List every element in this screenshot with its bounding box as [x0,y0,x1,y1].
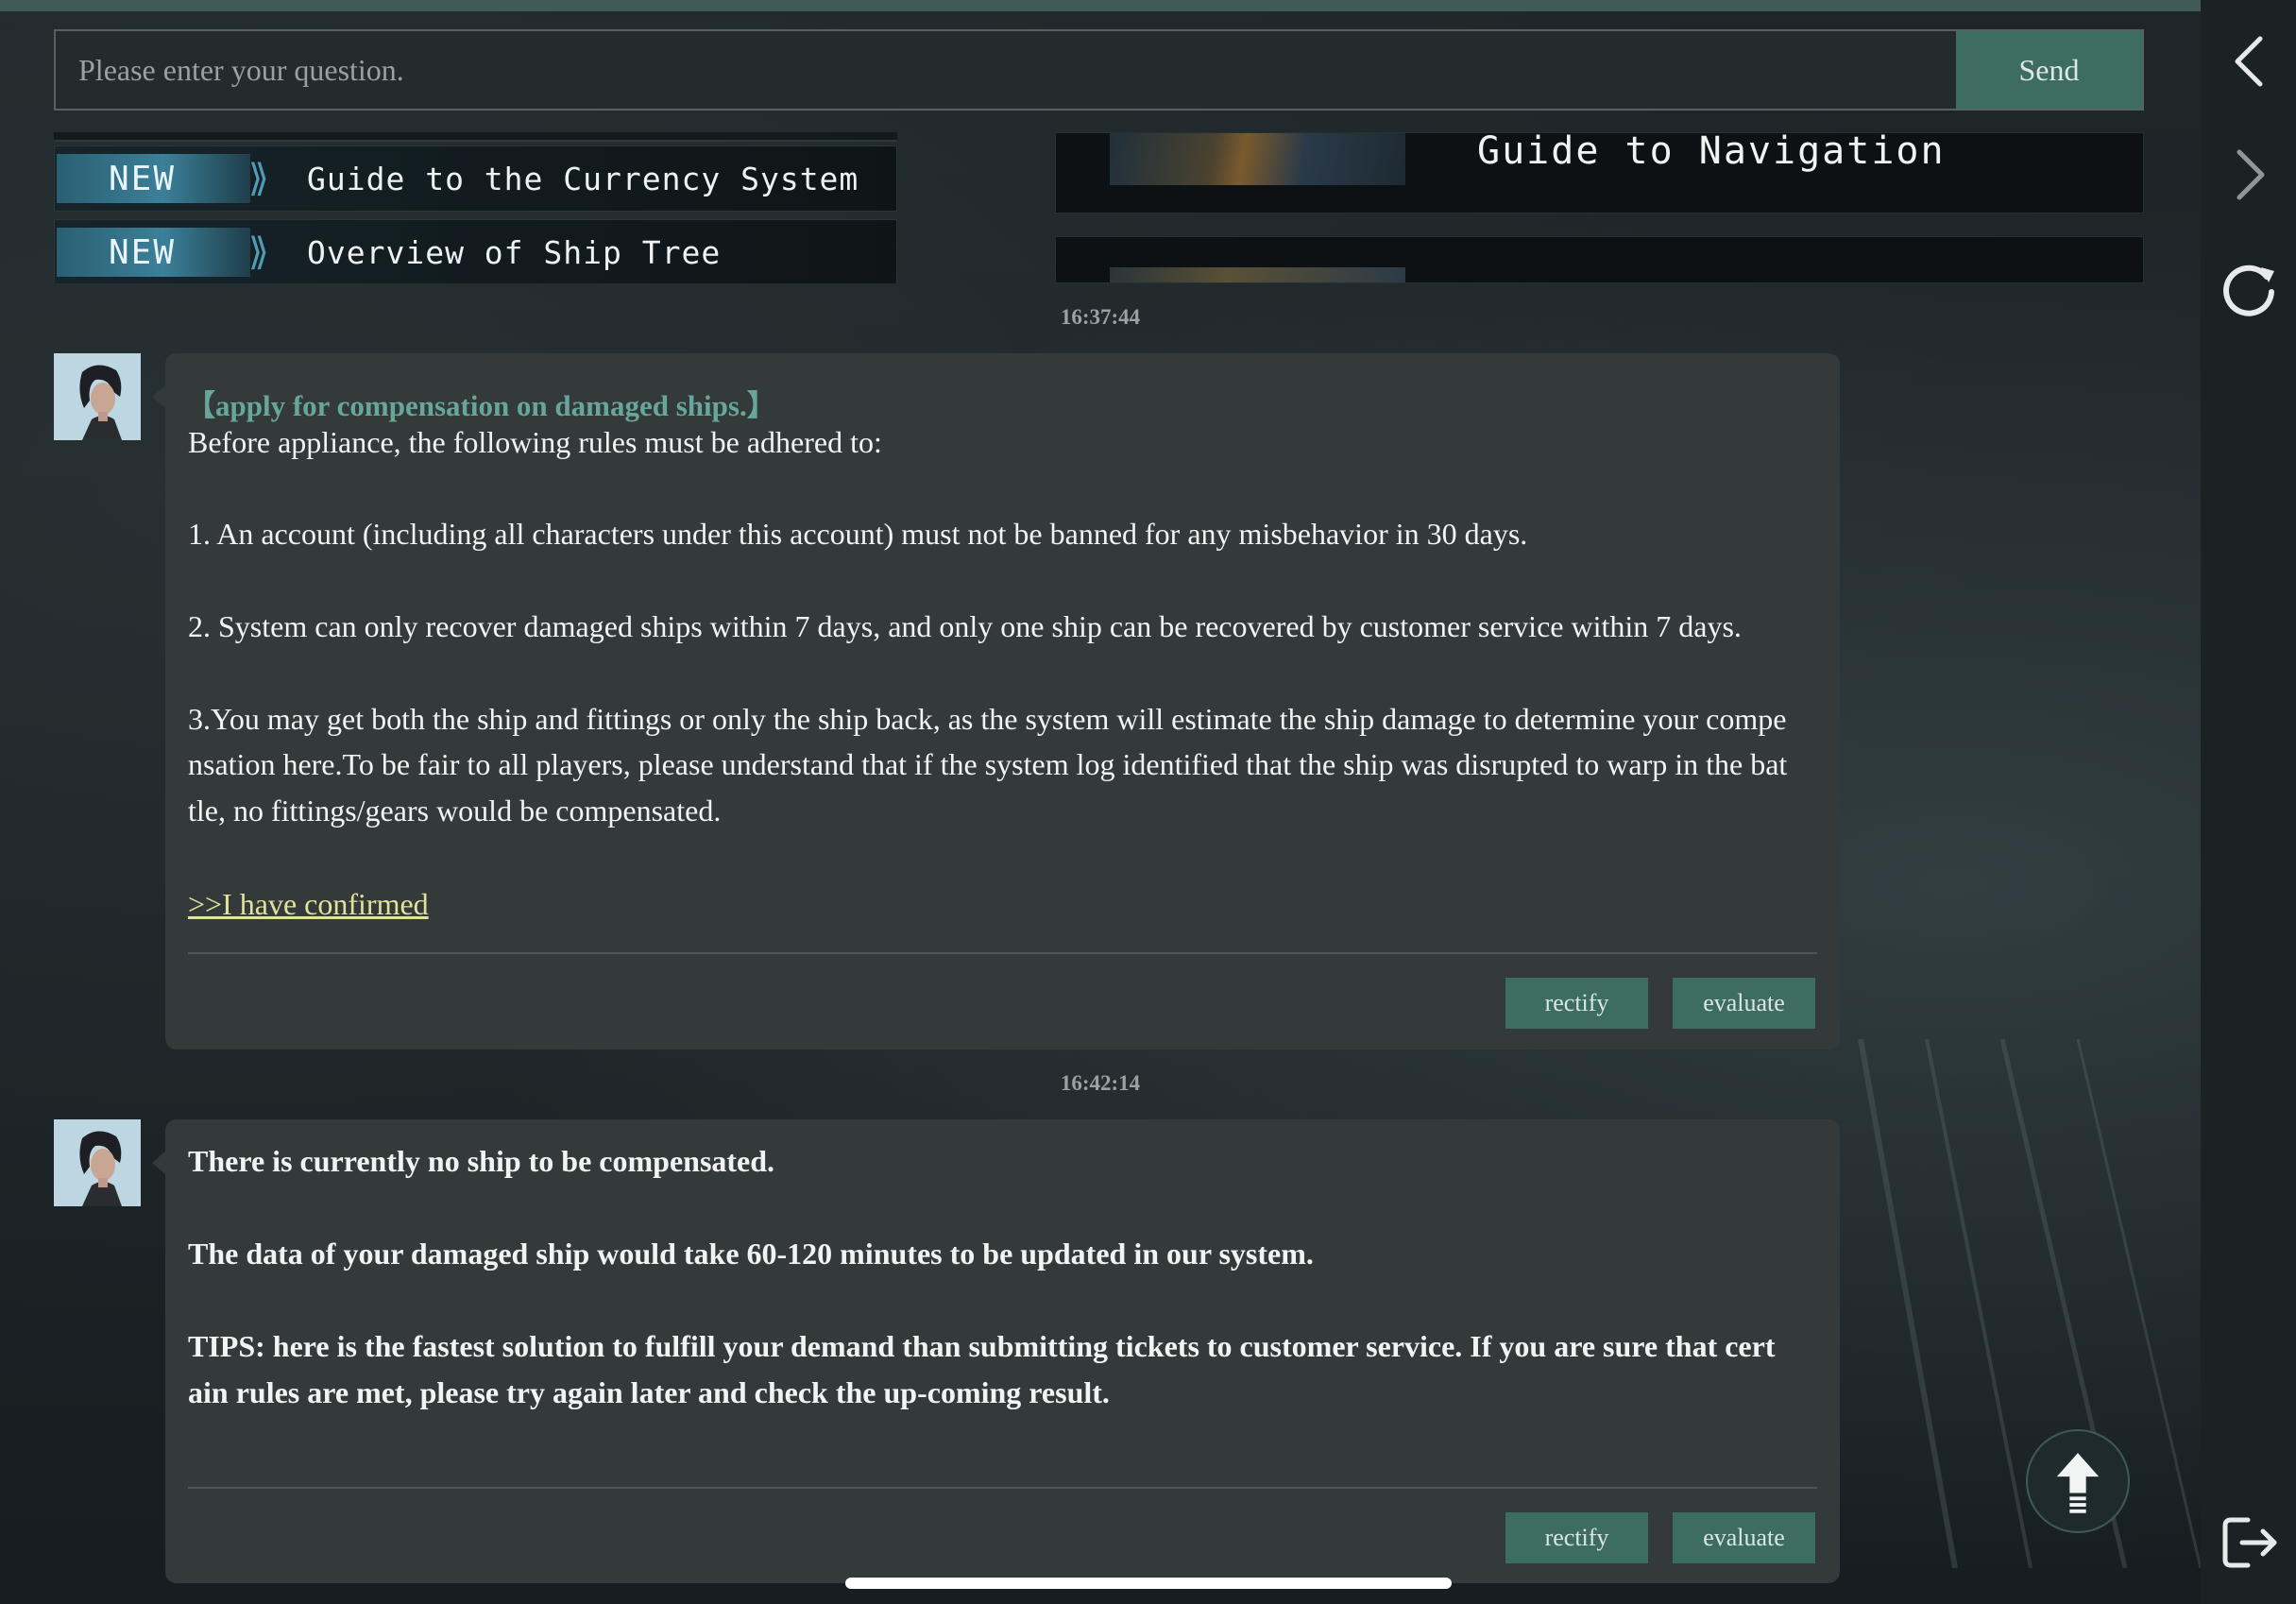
message-text: nsation here.To be fair to all players, … [188,747,1788,781]
guide-title: Guide to the Currency System [307,160,859,197]
question-input[interactable] [56,31,1956,109]
confirm-link[interactable]: >>I have confirmed [188,887,429,922]
refresh-icon[interactable] [2219,260,2278,318]
divider [188,952,1817,954]
guide-thumbnail [1110,267,1405,282]
message-text: TIPS: here is the fastest solution to fu… [188,1329,1776,1363]
rectify-button[interactable]: rectify [1505,1512,1648,1563]
evaluate-button[interactable]: evaluate [1673,1512,1815,1563]
guide-list-edge [54,132,897,142]
message-timestamp: 16:42:14 [1060,1071,1141,1095]
guide-item-currency-system[interactable]: NEW ⟫ Guide to the Currency System [54,145,897,212]
double-chevron-icon: ⟫ [247,157,271,200]
top-strip [0,0,2201,11]
new-badge-label: NEW [109,159,177,198]
message-text: 3.You may get both the ship and fittings… [188,702,1787,736]
right-sidebar [2201,0,2296,1604]
background-decoration [1858,1039,2201,1568]
new-badge-label: NEW [109,232,177,272]
guide-list: NEW ⟫ Guide to the Currency System NEW ⟫… [54,132,897,283]
guide-card-title: Guide to Navigation [1477,132,1946,173]
chat-message-bubble: 【apply for compensation on damaged ships… [152,353,1840,1049]
guide-item-ship-tree[interactable]: NEW ⟫ Overview of Ship Tree [54,219,897,283]
message-text: 1. An account (including all characters … [188,517,1528,551]
up-arrow-icon [2056,1453,2100,1513]
scroll-to-top-button[interactable] [2026,1429,2130,1533]
agent-avatar [54,1119,141,1206]
guide-card-navigation[interactable]: Guide to Navigation [1055,132,2144,213]
message-text: Before appliance, the following rules mu… [188,425,882,459]
question-bar: Send [54,29,2144,111]
back-arrow-icon[interactable] [2226,33,2273,90]
customer-service-screen: Send NEW ⟫ Guide to the Currency System … [0,0,2296,1604]
message-text: The data of your damaged ship would take… [188,1237,1314,1271]
new-badge: NEW ⟫ [57,228,269,277]
divider [188,1487,1817,1489]
message-text: tle, no fittings/gears would be compensa… [188,793,722,828]
rectify-button[interactable]: rectify [1505,978,1648,1029]
message-text: There is currently no ship to be compens… [188,1144,775,1178]
home-indicator [845,1578,1452,1589]
evaluate-button[interactable]: evaluate [1673,978,1815,1029]
agent-avatar [54,353,141,440]
send-button[interactable]: Send [1956,31,2142,109]
message-timestamp: 16:37:44 [1060,305,1141,329]
exit-icon[interactable] [2221,1514,2280,1571]
message-text: 2. System can only recover damaged ships… [188,609,1742,643]
new-badge: NEW ⟫ [57,154,269,203]
guide-thumbnail [1110,133,1405,185]
forward-arrow-icon[interactable] [2226,146,2273,203]
message-heading: 【apply for compensation on damaged ships… [186,389,776,422]
message-text: ain rules are met, please try again late… [188,1375,1110,1409]
double-chevron-icon: ⟫ [247,230,271,274]
chat-message-bubble: There is currently no ship to be compens… [152,1119,1840,1583]
guide-title: Overview of Ship Tree [307,233,722,271]
guide-card-next[interactable] [1055,236,2144,283]
